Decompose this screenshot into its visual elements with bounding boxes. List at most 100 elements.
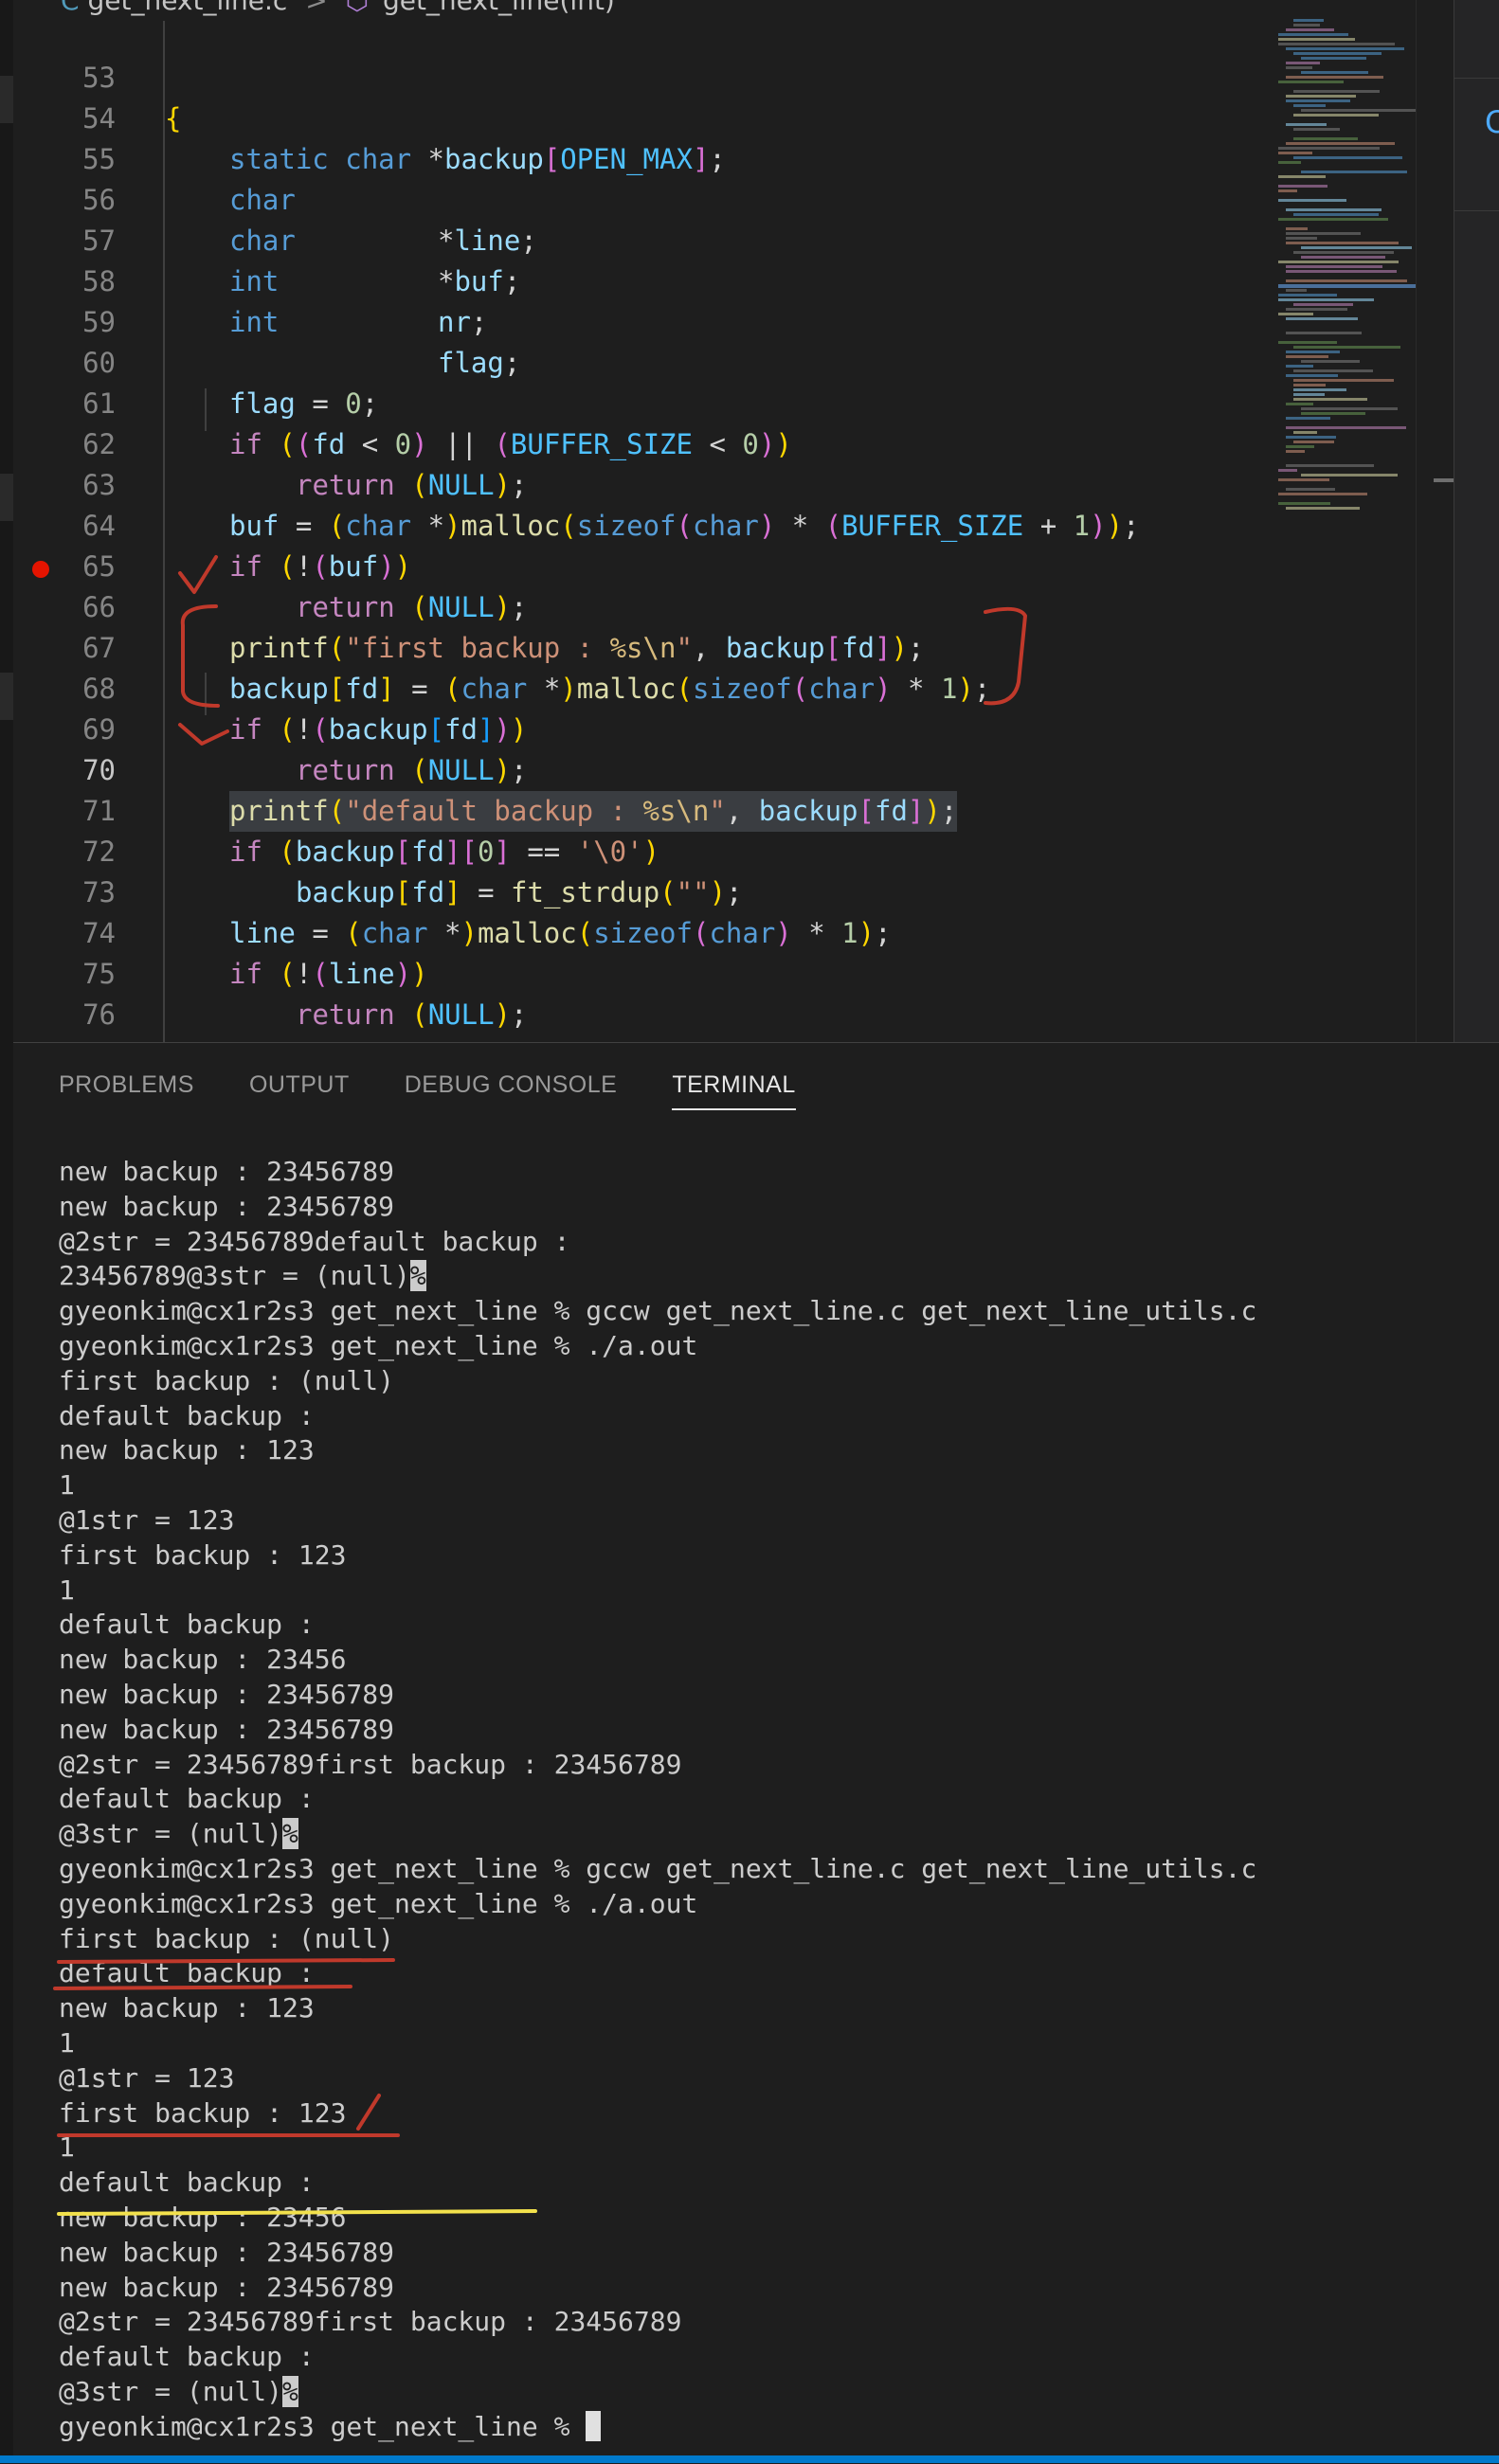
code-line[interactable]: 72 backup[fd] = ft_strdup(""); [13,791,1283,908]
side-panel-edge[interactable]: C [1454,0,1499,1042]
minimap-line [1278,218,1388,221]
minimap-line [1301,360,1360,363]
code-line[interactable]: 76 while (flag == 0) [13,954,1283,1042]
minimap-line [1278,313,1313,315]
code-line[interactable]: 61 if ((fd < 0) || (BUFFER_SIZE < 0)) [13,343,1283,460]
terminal-line: new backup : 23456 [59,1643,1256,1678]
minimap-line [1278,38,1355,41]
minimap-line [1286,445,1314,448]
terminal-line: new backup : 123 [59,1433,1256,1468]
terminal-line: @2str = 23456789default backup : [59,1225,1256,1260]
terminal-line: 1 [59,1468,1256,1503]
terminal-line-text: new backup : 23456789 [59,2236,395,2268]
terminal-line-text: gyeonkim@cx1r2s3 get_next_line % gccw ge… [59,1295,1257,1327]
terminal-line: first backup : (null) [59,1922,1256,1957]
code-line-active[interactable]: 70 printf("default backup : %s\n", backu… [13,710,1283,832]
minimap-line [1301,407,1398,410]
panel-tabs: PROBLEMS OUTPUT DEBUG CONSOLE TERMINAL [59,1071,796,1110]
terminal-line: 1 [59,2131,1256,2166]
minimap-viewport[interactable] [1278,284,1435,288]
minimap-line [1278,298,1374,301]
minimap-line [1286,66,1312,69]
c-file-icon: C [61,0,80,16]
minimap-line [1301,171,1407,173]
code-line[interactable]: 60 flag = 0; [13,302,1283,420]
code-line[interactable]: 71 if (backup[fd][0] == '\0') [13,750,1283,868]
code-line[interactable]: 74 if (!(line)) [13,872,1283,990]
code-editor[interactable]: C get_next_line.c > ⬡ get_next_line(int)… [13,0,1454,1042]
minimap-line [1301,256,1385,259]
cube-symbol-icon: ⬡ [345,0,370,16]
minimap-line [1278,341,1337,344]
code-line[interactable]: 65 return (NULL); [13,506,1283,623]
terminal-line-text: default backup : [59,2341,315,2373]
minimap-line [1286,208,1382,211]
terminal-line-text: @1str = 123 [59,1503,235,1536]
minimap-line [1278,161,1301,164]
terminal-partial-line-marker: % [282,2375,298,2407]
code-line[interactable]: 54 static char *backup[OPEN_MAX]; [13,58,1283,175]
minimap-line [1286,351,1340,353]
minimap-line [1293,104,1326,107]
terminal-line-text: first backup : 123 [59,2096,347,2129]
code-line[interactable]: 56 char *buf; [13,139,1283,297]
terminal-line: gyeonkim@cx1r2s3 get_next_line % gccw ge… [59,1294,1256,1329]
code-line[interactable]: 63 buf = (char *)malloc(sizeof(char) * (… [13,424,1283,542]
minimap-line [1286,76,1383,79]
minimap-line [1293,52,1382,55]
terminal-line-text: @2str = 23456789default backup : [59,1225,570,1257]
terminal-line-text: @2str = 23456789first backup : 23456789 [59,1748,682,1780]
minimap-line [1278,189,1297,192]
terminal-line: new backup : 23456789 [59,1678,1256,1713]
terminal-line: default backup : [59,2340,1256,2375]
terminal-output[interactable]: new backup : 23456789 new backup : 234567… [59,1155,1256,2444]
tab-debug-console[interactable]: DEBUG CONSOLE [405,1071,618,1110]
code-line[interactable]: 57 int nr; [13,180,1283,338]
terminal-partial-line-marker: % [282,1818,298,1850]
breadcrumb-symbol[interactable]: get_next_line(int) [383,0,615,16]
code-line[interactable]: 77 { [13,995,1283,1042]
minimap-line [1293,156,1402,159]
minimap-line [1286,28,1334,31]
minimap-line [1301,474,1398,477]
breadcrumb-file[interactable]: get_next_line.c [87,0,287,16]
code-line[interactable]: 68 if (!(backup[fd])) [13,628,1283,746]
terminal-line: @3str = (null)% [59,2375,1256,2410]
minimap-line [1286,374,1338,377]
code-line[interactable]: 58 int flag; [13,221,1283,379]
editor-scrollbar[interactable] [1416,0,1454,1042]
minimap-line [1278,185,1327,188]
code-line[interactable]: 67 backup[fd] = (char *)malloc(sizeof(ch… [13,587,1283,705]
minimap-line [1286,403,1313,405]
code-line[interactable]: 55 char *line; [13,99,1283,257]
terminal-line: first backup : 123 [59,2096,1256,2131]
code-line[interactable]: 62 return (NULL); [13,384,1283,501]
tab-problems[interactable]: PROBLEMS [59,1071,194,1110]
terminal-line: default backup : [59,1956,1256,1991]
minimap-line [1278,152,1312,154]
code-line[interactable]: 73 line = (char *)malloc(sizeof(char) * … [13,832,1283,949]
minimap-line [1286,417,1330,420]
minimap-line [1293,346,1400,349]
minimap-line [1301,109,1420,112]
code-line[interactable]: 69 return (NULL); [13,669,1283,786]
code-line[interactable]: 64 if (!(buf)) [13,465,1283,583]
terminal-line-text: new backup : 23456789 [59,1156,395,1187]
minimap-line [1293,24,1320,27]
minimap-line [1278,33,1348,36]
code-line[interactable]: 53 { [13,17,1283,135]
terminal-line: gyeonkim@cx1r2s3 get_next_line % ./a.out [59,1887,1256,1922]
minimap-line [1286,99,1350,102]
minimap-line [1286,308,1347,311]
minimap-line [1293,137,1358,140]
terminal-line: first backup : (null) [59,1364,1256,1399]
terminal-line-text: new backup : 23456789 [59,1713,395,1745]
code-line[interactable]: 59 [13,261,1283,338]
code-line[interactable]: 75 return (NULL); [13,913,1283,1031]
terminal-line: gyeonkim@cx1r2s3 get_next_line % gccw ge… [59,1852,1256,1887]
tab-output[interactable]: OUTPUT [249,1071,350,1110]
code-line[interactable]: 66 printf("first backup : %s\n", backup[… [13,547,1283,664]
copilot-icon[interactable]: C [1485,104,1499,140]
minimap-line [1293,303,1353,306]
tab-terminal[interactable]: TERMINAL [672,1071,796,1110]
